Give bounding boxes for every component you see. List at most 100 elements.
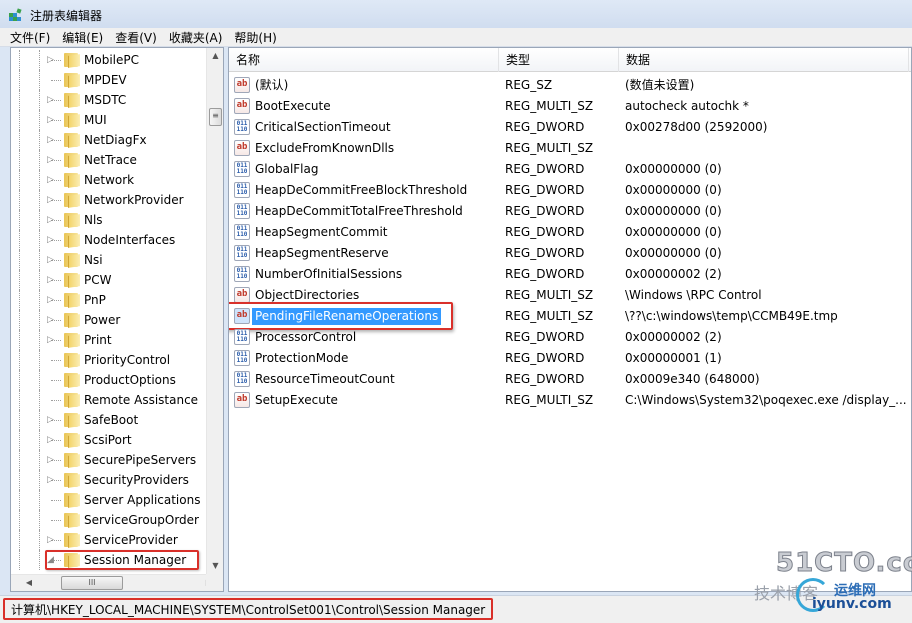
- expand-arrow-icon[interactable]: ▷: [47, 414, 57, 426]
- value-data: \Windows \RPC Control: [625, 288, 762, 302]
- value-row[interactable]: ab ExcludeFromKnownDlls REG_MULTI_SZ: [229, 138, 911, 159]
- folder-icon: [62, 353, 80, 368]
- tree-guide-line: [39, 530, 40, 550]
- value-type: REG_DWORD: [505, 120, 585, 134]
- expand-arrow-icon[interactable]: ▷: [47, 334, 57, 346]
- expand-arrow-icon[interactable]: ▷: [47, 94, 57, 106]
- tree-item[interactable]: ServiceGroupOrder: [11, 510, 207, 530]
- tree-item-label: NetTrace: [84, 153, 137, 167]
- expand-arrow-icon[interactable]: ▷: [47, 454, 57, 466]
- menu-file[interactable]: 文件(F): [4, 29, 56, 46]
- tree-guide-line: [39, 290, 40, 310]
- scroll-left-arrow-icon[interactable]: ◀: [21, 575, 37, 591]
- tree-item[interactable]: ▷ Nls: [11, 210, 207, 230]
- tree-item[interactable]: ▷ NetTrace: [11, 150, 207, 170]
- column-header-type[interactable]: 类型: [499, 48, 619, 72]
- folder-icon: [62, 173, 80, 188]
- expand-arrow-icon[interactable]: ▷: [47, 214, 57, 226]
- tree-guide-line: [19, 370, 20, 390]
- tree-item[interactable]: ▷ ScsiPort: [11, 430, 207, 450]
- tree-item[interactable]: ▷ SafeBoot: [11, 410, 207, 430]
- expand-arrow-icon[interactable]: ▷: [47, 134, 57, 146]
- expand-arrow-icon[interactable]: ▷: [47, 434, 57, 446]
- tree-guide-line: [19, 510, 20, 530]
- tree-item[interactable]: ▷ ServiceProvider: [11, 530, 207, 550]
- scroll-thumb-horizontal[interactable]: III: [61, 576, 123, 590]
- binary-value-icon: 011 110: [234, 119, 250, 135]
- value-row[interactable]: 011 110 ResourceTimeoutCount REG_DWORD 0x000…: [229, 369, 911, 390]
- tree-item[interactable]: ProductOptions: [11, 370, 207, 390]
- menu-view[interactable]: 查看(V): [109, 29, 163, 46]
- menu-edit[interactable]: 编辑(E): [56, 29, 109, 46]
- tree-item[interactable]: MPDEV: [11, 70, 207, 90]
- tree-item[interactable]: ▷ SecurityProviders: [11, 470, 207, 490]
- tree-item[interactable]: ▷ NetworkProvider: [11, 190, 207, 210]
- value-row[interactable]: ab PendingFileRenameOperations REG_MULTI_S…: [229, 302, 911, 330]
- tree-guide-line: [19, 130, 20, 150]
- menu-help[interactable]: 帮助(H): [228, 29, 282, 46]
- tree-item[interactable]: ▷ PCW: [11, 270, 207, 290]
- tree-guide-line: [51, 400, 61, 401]
- column-header-data[interactable]: 数据: [619, 48, 909, 72]
- tree-guide-line: [39, 130, 40, 150]
- scroll-up-arrow-icon[interactable]: ▲: [207, 48, 223, 64]
- tree-item[interactable]: ▷ PnP: [11, 290, 207, 310]
- tree-item[interactable]: ▷ Print: [11, 330, 207, 350]
- scroll-down-arrow-icon[interactable]: ▼: [207, 558, 223, 574]
- tree-item-label: Power: [84, 313, 121, 327]
- column-header-name[interactable]: 名称: [229, 48, 499, 72]
- values-list[interactable]: 名称 类型 数据 ab (默认) REG_SZ (数值未设置) ab BootExecut…: [228, 47, 912, 592]
- expand-arrow-icon[interactable]: ▷: [47, 194, 57, 206]
- tree-guide-line: [19, 390, 20, 410]
- expand-arrow-icon[interactable]: ▷: [47, 54, 57, 66]
- value-row[interactable]: ab (默认) REG_SZ (数值未设置): [229, 75, 911, 96]
- tree-guide-line: [19, 470, 20, 490]
- tree-item[interactable]: ▷ NetDiagFx: [11, 130, 207, 150]
- value-row[interactable]: 011 110 GlobalFlag REG_DWORD 0x00000000 (0): [229, 159, 911, 180]
- value-row[interactable]: 011 110 ProcessorControl REG_DWORD 0x0000000…: [229, 327, 911, 348]
- value-row[interactable]: ab BootExecute REG_MULTI_SZ autocheck autoc…: [229, 96, 911, 117]
- tree-item[interactable]: ▷ NodeInterfaces: [11, 230, 207, 250]
- expand-arrow-icon[interactable]: ▷: [47, 234, 57, 246]
- tree-guide-line: [19, 410, 20, 430]
- expand-arrow-icon[interactable]: ▷: [47, 154, 57, 166]
- value-row[interactable]: 011 110 CriticalSectionTimeout REG_DWORD 0x0…: [229, 117, 911, 138]
- expand-arrow-icon[interactable]: ▷: [47, 254, 57, 266]
- menu-favorites[interactable]: 收藏夹(A): [163, 29, 229, 46]
- tree-item[interactable]: ▷ Power: [11, 310, 207, 330]
- value-row[interactable]: 011 110 ProtectionMode REG_DWORD 0x00000001 …: [229, 348, 911, 369]
- value-row[interactable]: 011 110 HeapSegmentReserve REG_DWORD 0x00000…: [229, 243, 911, 264]
- expand-arrow-icon[interactable]: ▷: [47, 534, 57, 546]
- value-row[interactable]: 011 110 HeapDeCommitTotalFreeThreshold REG_…: [229, 201, 911, 222]
- registry-tree[interactable]: ▷ MobilePC MPDEV ▷ MSDTC ▷ MUI ▷ NetDiagFx ▷ NetTr…: [10, 47, 224, 592]
- tree-guide-line: [39, 230, 40, 250]
- expand-arrow-icon[interactable]: ▷: [47, 274, 57, 286]
- expand-arrow-icon[interactable]: ▷: [47, 114, 57, 126]
- folder-icon: [62, 493, 80, 508]
- tree-item[interactable]: ▷ MUI: [11, 110, 207, 130]
- tree-item-label: Server Applications: [84, 493, 201, 507]
- tree-item[interactable]: ◢ Session Manager: [11, 550, 207, 570]
- scroll-thumb[interactable]: ≡: [209, 108, 222, 126]
- value-row[interactable]: 011 110 NumberOfInitialSessions REG_DWORD 0x…: [229, 264, 911, 285]
- tree-item-label: MSDTC: [84, 93, 127, 107]
- tree-item[interactable]: Server Applications: [11, 490, 207, 510]
- expand-arrow-icon[interactable]: ▷: [47, 314, 57, 326]
- tree-item[interactable]: ▷ Nsi: [11, 250, 207, 270]
- expand-arrow-icon[interactable]: ▷: [47, 294, 57, 306]
- tree-item[interactable]: ▷ MSDTC: [11, 90, 207, 110]
- value-row[interactable]: 011 110 HeapSegmentCommit REG_DWORD 0x000000…: [229, 222, 911, 243]
- value-row[interactable]: ab SetupExecute REG_MULTI_SZ C:\Windows\Sys…: [229, 390, 911, 411]
- binary-value-icon: 011 110: [234, 329, 250, 345]
- expand-arrow-icon[interactable]: ▷: [47, 474, 57, 486]
- tree-item-label: ScsiPort: [84, 433, 132, 447]
- tree-item[interactable]: ▷ Network: [11, 170, 207, 190]
- tree-horizontal-scrollbar[interactable]: ◀ III ▶: [11, 574, 223, 591]
- expand-arrow-icon[interactable]: ▷: [47, 174, 57, 186]
- tree-item[interactable]: ▷ MobilePC: [11, 50, 207, 70]
- tree-item[interactable]: Remote Assistance: [11, 390, 207, 410]
- tree-item[interactable]: ▷ SecurePipeServers: [11, 450, 207, 470]
- value-row[interactable]: 011 110 HeapDeCommitFreeBlockThreshold REG_…: [229, 180, 911, 201]
- tree-vertical-scrollbar[interactable]: ▲ ≡ ▼: [206, 48, 223, 574]
- tree-item[interactable]: PriorityControl: [11, 350, 207, 370]
